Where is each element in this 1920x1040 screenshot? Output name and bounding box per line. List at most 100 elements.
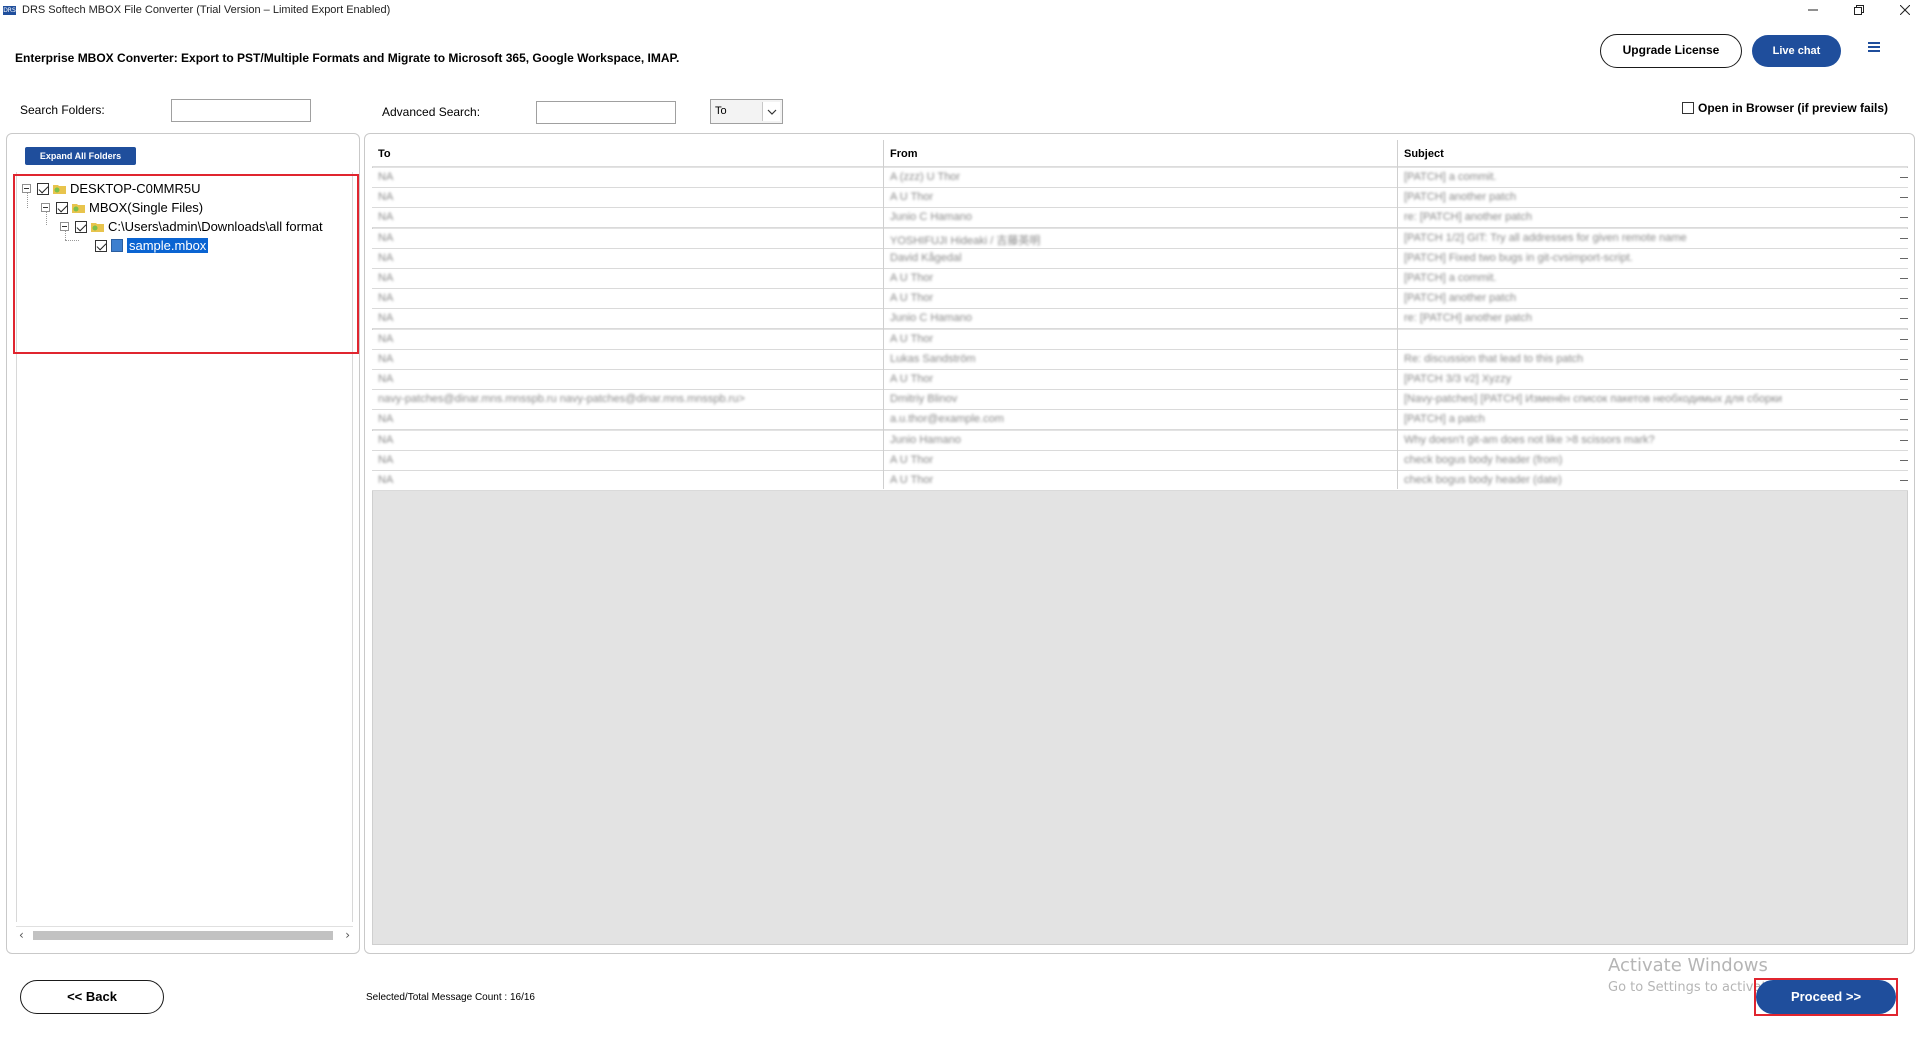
restore-icon	[1854, 5, 1864, 15]
open-in-browser-label: Open in Browser (if preview fails)	[1698, 101, 1889, 115]
minimize-button[interactable]	[1790, 0, 1836, 22]
cell-to: NA	[378, 211, 394, 224]
advanced-search-input[interactable]	[536, 101, 676, 124]
table-row[interactable]: NA a.u.thor@example.com [PATCH] a patch	[372, 410, 1908, 431]
cell-from: A U Thor	[890, 292, 934, 305]
live-chat-button[interactable]: Live chat	[1752, 35, 1841, 67]
cell-subject: Re: discussion that lead to this patch	[1404, 352, 1584, 365]
table-row[interactable]: NA Lukas Sandström Re: discussion that lea…	[372, 349, 1908, 370]
cell-to: NA	[378, 251, 394, 264]
cell-to: NA	[378, 352, 394, 365]
table-row[interactable]: NA Junio C Hamano re: [PATCH] another patc…	[372, 208, 1908, 229]
open-in-browser-checkbox[interactable]	[1682, 102, 1694, 114]
cell-subject: [PATCH] a patch	[1404, 413, 1485, 426]
table-row[interactable]: NA Junio Hamano Why doesn't git-am does no…	[372, 430, 1908, 451]
cell-to: navy-patches@dinar.mns.mnsspb.ru navy-pa…	[378, 393, 745, 406]
restore-button[interactable]	[1836, 0, 1882, 22]
table-row[interactable]: NA David Kågedal [PATCH] Fixed two bugs in…	[372, 248, 1908, 269]
grid-header: To From Subject	[372, 140, 1908, 167]
cell-from: A (zzz) U Thor	[890, 171, 961, 183]
cell-to: NA	[378, 312, 394, 325]
select-value: To	[715, 105, 727, 117]
row-end-marker	[1900, 439, 1908, 441]
table-row[interactable]: NA A U Thor	[372, 329, 1908, 350]
table-row[interactable]: NA YOSHIFUJI Hideaki / 吉藤英明 [PATCH 1/2] GI…	[372, 228, 1908, 249]
column-header-from[interactable]: From	[890, 148, 918, 160]
row-end-marker	[1900, 480, 1908, 481]
cell-subject: [Navy-patches] [PATCH] Изменён список па…	[1404, 393, 1783, 406]
column-header-to[interactable]: To	[378, 148, 391, 160]
cell-from: Junio C Hamano	[890, 211, 972, 224]
scroll-left-icon[interactable]: ‹	[19, 928, 24, 942]
table-row[interactable]: NA A U Thor check bogus body header (from)	[372, 450, 1908, 471]
table-row[interactable]: NA A (zzz) U Thor [PATCH] a commit.	[372, 168, 1908, 188]
proceed-highlight-box	[1754, 978, 1898, 1016]
cell-subject: [PATCH 3/3 v2] Xyzzy	[1404, 373, 1512, 385]
column-header-subject[interactable]: Subject	[1404, 148, 1444, 160]
table-row[interactable]: NA A U Thor [PATCH] another patch	[372, 289, 1908, 310]
advanced-search-field-select[interactable]: To	[710, 99, 783, 124]
cell-from: A U Thor	[890, 332, 934, 345]
hamburger-menu-icon[interactable]	[1868, 42, 1880, 52]
row-end-marker	[1900, 197, 1908, 199]
search-folders-input[interactable]	[171, 99, 311, 122]
cell-subject: check bogus body header (date)	[1404, 474, 1562, 486]
back-button[interactable]: << Back	[20, 980, 164, 1014]
chevron-down-icon	[762, 102, 780, 121]
row-end-marker	[1900, 237, 1908, 239]
expand-all-folders-button[interactable]: Expand All Folders	[25, 147, 136, 165]
table-row[interactable]: NA A U Thor [PATCH] a commit.	[372, 269, 1908, 289]
cell-from: David Kågedal	[890, 251, 962, 264]
cell-subject: check bogus body header (from)	[1404, 453, 1563, 466]
row-end-marker	[1900, 257, 1908, 259]
upgrade-license-button[interactable]: Upgrade License	[1600, 34, 1742, 68]
page-heading: Enterprise MBOX Converter: Export to PST…	[15, 51, 680, 65]
cell-from: Dmitriy Blinov	[890, 393, 958, 406]
close-button[interactable]	[1882, 0, 1920, 22]
table-row[interactable]: NA Junio C Hamano re: [PATCH] another patc…	[372, 309, 1908, 330]
cell-to: NA	[378, 272, 394, 284]
cell-subject: [PATCH] another patch	[1404, 191, 1517, 204]
tree-highlight-box	[13, 174, 359, 354]
cell-subject: re: [PATCH] another patch	[1404, 312, 1532, 325]
row-end-marker	[1900, 459, 1908, 461]
cell-from: A U Thor	[890, 373, 934, 385]
advanced-search-label: Advanced Search:	[382, 105, 481, 119]
cell-from: A U Thor	[890, 453, 934, 466]
cell-to: NA	[378, 332, 394, 345]
cell-from: Junio C Hamano	[890, 312, 972, 325]
activate-windows-title: Activate Windows	[1608, 955, 1768, 976]
cell-to: NA	[378, 231, 394, 244]
row-end-marker	[1900, 338, 1908, 340]
open-in-browser-option[interactable]: Open in Browser (if preview fails)	[1682, 101, 1888, 115]
table-row[interactable]: NA A U Thor [PATCH] another patch	[372, 188, 1908, 209]
cell-from: Junio Hamano	[890, 433, 961, 446]
cell-subject: re: [PATCH] another patch	[1404, 211, 1532, 224]
table-row[interactable]: navy-patches@dinar.mns.mnsspb.ru navy-pa…	[372, 390, 1908, 411]
cell-to: NA	[378, 433, 394, 446]
cell-from: a.u.thor@example.com	[890, 413, 1004, 426]
search-folders-label: Search Folders:	[20, 103, 105, 117]
row-end-marker	[1900, 177, 1908, 178]
row-end-marker	[1900, 399, 1908, 401]
tree-horizontal-scrollbar[interactable]: ‹ ›	[16, 926, 353, 943]
cell-to: NA	[378, 474, 394, 486]
scroll-right-icon[interactable]: ›	[345, 928, 350, 942]
minimize-icon	[1808, 9, 1818, 11]
row-end-marker	[1900, 318, 1908, 320]
table-row[interactable]: NA A U Thor [PATCH 3/3 v2] Xyzzy	[372, 370, 1908, 390]
cell-subject: [PATCH] a commit.	[1404, 171, 1497, 183]
table-row[interactable]: NA A U Thor check bogus body header (date)	[372, 471, 1908, 491]
row-end-marker	[1900, 379, 1908, 380]
cell-subject: [PATCH] Fixed two bugs in git-cvsimport-…	[1404, 251, 1633, 264]
app-logo-icon: DRS	[3, 6, 16, 15]
cell-subject: [PATCH] a commit.	[1404, 272, 1497, 284]
row-end-marker	[1900, 419, 1908, 421]
cell-to: NA	[378, 292, 394, 305]
cell-subject: Why doesn't git-am does not like >8 scis…	[1404, 433, 1655, 446]
title-bar: DRS DRS Softech MBOX File Converter (Tri…	[0, 0, 1920, 22]
row-end-marker	[1900, 298, 1908, 300]
window-title: DRS Softech MBOX File Converter (Trial V…	[22, 4, 391, 16]
scrollbar-thumb[interactable]	[33, 931, 333, 940]
cell-subject: [PATCH] another patch	[1404, 292, 1517, 305]
